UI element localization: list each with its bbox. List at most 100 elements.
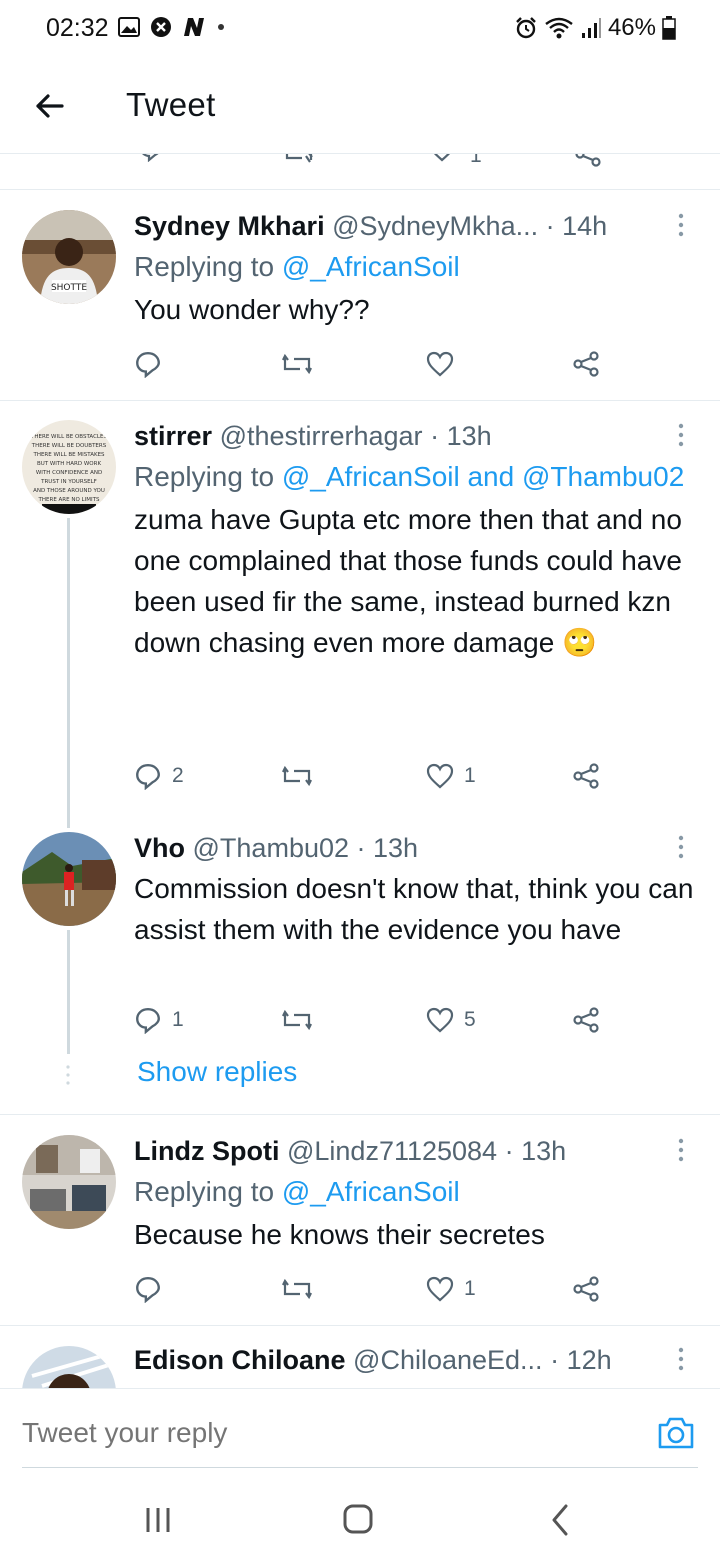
like-button[interactable]: 1 bbox=[426, 1269, 476, 1309]
more-options-icon[interactable] bbox=[676, 422, 686, 448]
author-name[interactable]: Vho bbox=[134, 833, 185, 863]
status-time: 02:32 bbox=[46, 14, 109, 42]
tweet-actions: 1 5 bbox=[134, 1000, 614, 1040]
mention-link[interactable]: @_AfricanSoil bbox=[282, 251, 460, 282]
app-header: Tweet bbox=[0, 58, 720, 154]
tweet-text: You wonder why?? bbox=[134, 294, 370, 325]
avatar[interactable]: THERE WILL BE OBSTACLES THERE WILL BE DOU… bbox=[22, 420, 116, 514]
avatar[interactable] bbox=[22, 832, 116, 926]
retweet-icon bbox=[282, 763, 312, 789]
reply-underline bbox=[22, 1467, 698, 1468]
retweet-icon bbox=[282, 351, 312, 377]
like-button[interactable]: 1 bbox=[426, 756, 476, 796]
share-button[interactable] bbox=[572, 1269, 600, 1309]
tweet-time: · 13h bbox=[430, 421, 492, 451]
share-button[interactable] bbox=[572, 756, 600, 796]
author-handle[interactable]: @thestirrerhagar bbox=[220, 421, 423, 451]
avatar[interactable] bbox=[22, 1135, 116, 1229]
thread-dots-icon bbox=[66, 1064, 70, 1086]
author-handle[interactable]: @ChiloaneEd... bbox=[353, 1345, 543, 1375]
battery-percent: 46% bbox=[607, 14, 656, 41]
reply-input[interactable] bbox=[22, 1417, 622, 1449]
reply-bar bbox=[0, 1388, 720, 1482]
tweet-time: · 13h bbox=[504, 1136, 567, 1166]
share-button[interactable] bbox=[572, 1000, 600, 1040]
reply-button[interactable]: 1 bbox=[134, 1000, 184, 1040]
tweet-actions bbox=[134, 344, 614, 384]
wifi-icon bbox=[544, 16, 574, 40]
tweet-time: · 14h bbox=[545, 211, 608, 241]
more-options-icon[interactable] bbox=[676, 834, 686, 860]
retweet-button[interactable] bbox=[282, 344, 322, 384]
home-icon[interactable] bbox=[338, 1502, 378, 1538]
system-nav-bar bbox=[0, 1482, 720, 1560]
like-count: 5 bbox=[464, 1008, 476, 1031]
retweet-icon[interactable] bbox=[284, 154, 314, 166]
rolling-eyes-emoji: 🙄 bbox=[562, 626, 597, 659]
reply-icon bbox=[134, 762, 162, 790]
svg-text:THERE WILL BE OBSTACLES: THERE WILL BE OBSTACLES bbox=[30, 434, 107, 440]
author-handle[interactable]: @Lindz71125084 bbox=[287, 1136, 497, 1166]
author-handle[interactable]: @Thambu02 bbox=[193, 833, 350, 863]
tweet-text: Commission doesn't know that, think you … bbox=[134, 873, 694, 945]
like-icon bbox=[426, 763, 454, 789]
reply-button[interactable] bbox=[134, 344, 172, 384]
retweet-button[interactable] bbox=[282, 1269, 322, 1309]
back-icon[interactable] bbox=[540, 1502, 580, 1538]
svg-text:AND THOSE AROUND YOU: AND THOSE AROUND YOU bbox=[33, 488, 105, 494]
avatar[interactable]: SHOTTE bbox=[22, 210, 116, 304]
tweet[interactable]: Edison Chiloane @ChiloaneEd... · 12h bbox=[0, 1326, 720, 1388]
back-arrow-icon[interactable] bbox=[30, 86, 70, 126]
retweet-button[interactable] bbox=[282, 756, 322, 796]
mention-link[interactable]: @_AfricanSoil and @Thambu02 bbox=[282, 461, 684, 492]
reply-button[interactable]: 2 bbox=[134, 756, 184, 796]
tweet[interactable]: Vho @Thambu02 · 13h Commission doesn't k… bbox=[0, 820, 720, 1050]
page-title: Tweet bbox=[126, 86, 216, 123]
retweet-icon bbox=[282, 1276, 312, 1302]
partial-tweet-actions: 1 bbox=[0, 154, 720, 190]
svg-text:TRUST IN YOURSELF: TRUST IN YOURSELF bbox=[40, 479, 97, 485]
more-options-icon[interactable] bbox=[676, 1346, 686, 1372]
more-options-icon[interactable] bbox=[676, 212, 686, 238]
show-replies-link[interactable]: Show replies bbox=[137, 1056, 297, 1088]
tweet[interactable]: Lindz Spoti @Lindz71125084 · 13h Replyin… bbox=[0, 1115, 720, 1325]
share-icon bbox=[572, 762, 600, 790]
share-icon bbox=[572, 350, 600, 378]
battery-icon bbox=[662, 16, 676, 40]
more-options-icon[interactable] bbox=[676, 1137, 686, 1163]
partial-like-count: 1 bbox=[470, 154, 482, 167]
svg-text:SHOTTE: SHOTTE bbox=[51, 283, 87, 293]
reply-icon bbox=[134, 350, 162, 378]
gallery-icon bbox=[118, 17, 140, 37]
tweet[interactable]: THERE WILL BE OBSTACLES THERE WILL BE DOU… bbox=[0, 400, 720, 820]
camera-icon[interactable] bbox=[656, 1413, 696, 1453]
share-button[interactable] bbox=[572, 344, 600, 384]
avatar[interactable] bbox=[22, 1346, 116, 1388]
tweet-actions: 2 1 bbox=[134, 756, 614, 796]
author-name[interactable]: Lindz Spoti bbox=[134, 1136, 279, 1166]
author-handle[interactable]: @SydneyMkha... bbox=[332, 211, 538, 241]
like-count: 1 bbox=[464, 764, 476, 787]
like-button[interactable] bbox=[426, 344, 464, 384]
author-name[interactable]: stirrer bbox=[134, 421, 212, 451]
reply-icon[interactable] bbox=[138, 154, 164, 162]
like-icon bbox=[426, 351, 454, 377]
retweet-button[interactable] bbox=[282, 1000, 322, 1040]
reply-button[interactable] bbox=[134, 1269, 172, 1309]
retweet-icon bbox=[282, 1007, 312, 1033]
recents-icon[interactable] bbox=[138, 1502, 178, 1538]
tweet-text: zuma have Gupta etc more then that and n… bbox=[134, 504, 682, 659]
author-name[interactable]: Edison Chiloane bbox=[134, 1345, 346, 1375]
share-icon[interactable] bbox=[574, 154, 602, 168]
share-icon bbox=[572, 1275, 600, 1303]
like-button[interactable]: 5 bbox=[426, 1000, 476, 1040]
tweet[interactable]: SHOTTE Sydney Mkhari @SydneyMkha... · 14… bbox=[0, 190, 720, 400]
replying-to: Replying to @_AfricanSoil bbox=[134, 1176, 460, 1207]
like-icon[interactable] bbox=[428, 154, 456, 162]
svg-text:BUT WITH HARD WORK: BUT WITH HARD WORK bbox=[37, 461, 102, 467]
tweet-text: Because he knows their secretes bbox=[134, 1219, 545, 1250]
alarm-icon bbox=[514, 16, 538, 40]
n-icon bbox=[182, 16, 206, 38]
mention-link[interactable]: @_AfricanSoil bbox=[282, 1176, 460, 1207]
author-name[interactable]: Sydney Mkhari bbox=[134, 211, 325, 241]
